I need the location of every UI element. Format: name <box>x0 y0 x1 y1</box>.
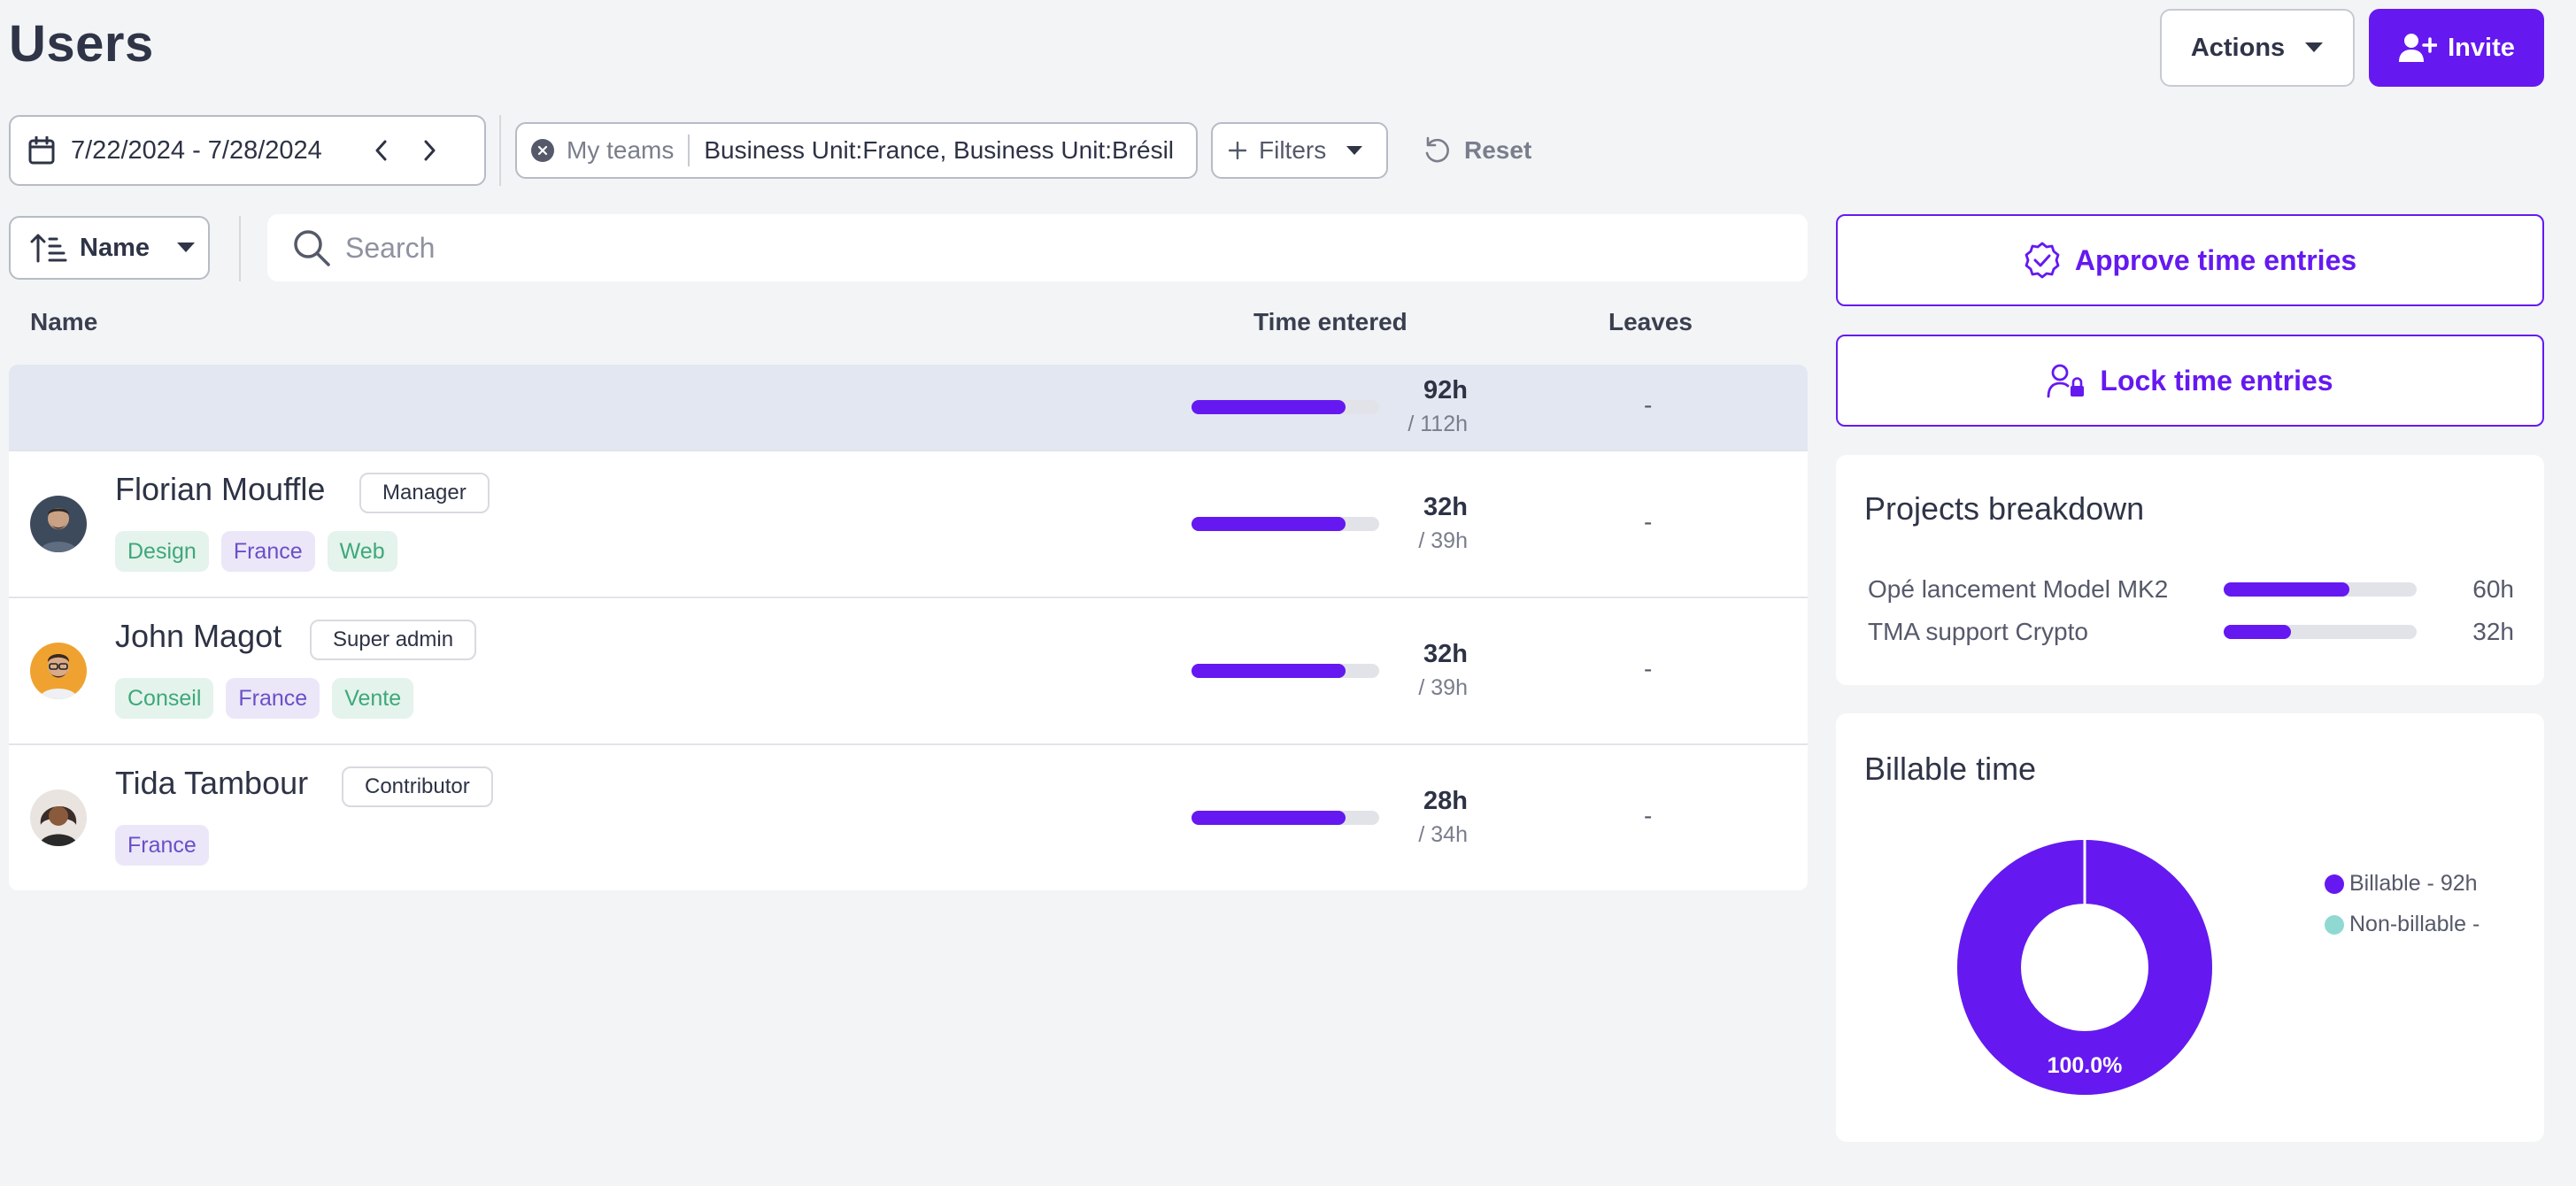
reset-label: Reset <box>1464 136 1532 164</box>
approve-time-entries-button[interactable]: Approve time entries <box>1836 214 2544 306</box>
sort-label: Name <box>80 233 150 262</box>
total-hours-entered: 92h <box>1423 376 1468 404</box>
lock-label: Lock time entries <box>2100 364 2333 397</box>
leaves-value: - <box>1644 508 1653 535</box>
calendar-icon <box>28 136 55 165</box>
hours-expected: / 34h <box>1418 822 1468 847</box>
team-filter-chip[interactable]: My teams Business Unit:France, Business … <box>515 122 1198 179</box>
badge-check-icon <box>2024 242 2061 279</box>
filter-divider <box>499 115 501 186</box>
lock-time-entries-button[interactable]: Lock time entries <box>1836 335 2544 427</box>
project-progress-bar <box>2224 582 2417 597</box>
actions-button[interactable]: Actions <box>2160 9 2355 87</box>
tag-list: Conseil France Vente <box>115 678 414 719</box>
sort-ascending-icon <box>30 233 67 263</box>
hours-expected: / 39h <box>1418 528 1468 553</box>
legend-item-billable: Billable - 92h <box>2325 871 2478 897</box>
leaves-value: - <box>1644 802 1653 829</box>
date-range-label: 7/22/2024 - 7/28/2024 <box>71 135 322 165</box>
add-user-icon <box>2398 32 2438 64</box>
legend-label: Non-billable - <box>2349 912 2480 936</box>
approve-label: Approve time entries <box>2074 243 2357 276</box>
plus-icon <box>1229 142 1246 159</box>
table-row[interactable]: Florian Mouffle Manager Design France We… <box>9 450 1808 597</box>
search-input[interactable] <box>345 231 1762 265</box>
tag: Design <box>115 531 209 572</box>
column-header-name[interactable]: Name <box>30 308 97 336</box>
reset-icon <box>1422 135 1452 166</box>
user-lock-icon <box>2047 363 2086 398</box>
legend-dot <box>2325 914 2344 935</box>
caret-down-icon <box>2304 42 2324 54</box>
project-name: TMA support Crypto <box>1868 618 2088 645</box>
total-leaves: - <box>1644 391 1653 419</box>
project-hours: 60h <box>2472 575 2514 603</box>
project-row: Opé lancement Model MK2 60h <box>1868 572 2514 607</box>
search-box[interactable] <box>267 214 1808 281</box>
legend-item-non-billable: Non-billable - <box>2325 912 2480 937</box>
user-name[interactable]: Florian Mouffle <box>115 471 325 508</box>
project-name: Opé lancement Model MK2 <box>1868 575 2169 603</box>
table-row[interactable]: John Magot Super admin Conseil France Ve… <box>9 597 1808 743</box>
avatar <box>30 789 87 846</box>
tag: France <box>220 531 315 572</box>
project-progress-bar <box>2224 625 2417 639</box>
tag: Conseil <box>115 678 214 719</box>
hours-entered: 32h <box>1423 493 1468 521</box>
hours-entered: 32h <box>1423 640 1468 668</box>
role-badge: Manager <box>359 473 490 513</box>
tag: France <box>226 678 320 719</box>
card-title: Projects breakdown <box>1864 490 2145 527</box>
column-header-leaves[interactable]: Leaves <box>1608 308 1693 336</box>
tag: Vente <box>332 678 414 719</box>
avatar <box>30 643 87 699</box>
project-row: TMA support Crypto 32h <box>1868 614 2514 650</box>
table-row[interactable]: Tida Tambour Contributor France 28h / 34… <box>9 743 1808 890</box>
date-range-picker[interactable]: 7/22/2024 - 7/28/2024 <box>9 115 486 186</box>
billable-percent-label: 100.0% <box>2048 1053 2123 1078</box>
card-title: Billable time <box>1864 751 2037 787</box>
legend-dot <box>2325 874 2344 894</box>
team-filter-value: Business Unit:France, Business Unit:Brés… <box>704 136 1175 164</box>
total-hours-expected: / 112h <box>1408 412 1468 436</box>
invite-button[interactable]: Invite <box>2369 9 2544 87</box>
user-name[interactable]: John Magot <box>115 618 282 655</box>
previous-week-button[interactable] <box>363 133 398 168</box>
reset-button[interactable]: Reset <box>1422 131 1531 170</box>
hours-entered: 28h <box>1423 787 1468 815</box>
role-badge: Contributor <box>342 766 493 807</box>
team-filter-label: My teams <box>567 135 690 166</box>
column-header-time-entered[interactable]: Time entered <box>1253 308 1408 336</box>
tag-list: Design France Web <box>115 531 397 572</box>
user-name[interactable]: Tida Tambour <box>115 765 308 802</box>
search-icon <box>292 228 331 267</box>
progress-fill <box>2224 625 2292 639</box>
next-week-button[interactable] <box>413 133 448 168</box>
projects-breakdown-card: Projects breakdown Opé lancement Model M… <box>1836 455 2544 685</box>
actions-label: Actions <box>2190 33 2286 62</box>
legend-label: Billable - 92h <box>2349 871 2478 896</box>
page-title: Users <box>9 15 154 73</box>
hours-expected: / 39h <box>1418 675 1468 700</box>
tag: Web <box>327 531 397 572</box>
toolbar-divider <box>239 216 241 281</box>
project-hours: 32h <box>2472 618 2514 645</box>
users-table: 92h / 112h - Florian Mouffle Manager Des… <box>9 365 1808 890</box>
filters-button[interactable]: Filters <box>1211 122 1388 179</box>
tag-list: France <box>115 825 209 866</box>
filters-label: Filters <box>1259 136 1327 164</box>
caret-down-icon <box>1346 145 1363 157</box>
invite-label: Invite <box>2448 33 2515 62</box>
progress-fill <box>2224 582 2349 597</box>
role-badge: Super admin <box>310 620 477 660</box>
sort-button[interactable]: Name <box>9 216 210 280</box>
total-row: 92h / 112h - <box>9 365 1808 450</box>
clear-filter-icon[interactable] <box>531 139 554 162</box>
avatar <box>30 496 87 552</box>
leaves-value: - <box>1644 655 1653 682</box>
caret-down-icon <box>176 242 196 254</box>
billable-donut-chart: 100.0% <box>1957 840 2212 1095</box>
billable-time-card: Billable time 100.0% Billable - 92h Non-… <box>1836 713 2544 1142</box>
tag: France <box>115 825 209 866</box>
